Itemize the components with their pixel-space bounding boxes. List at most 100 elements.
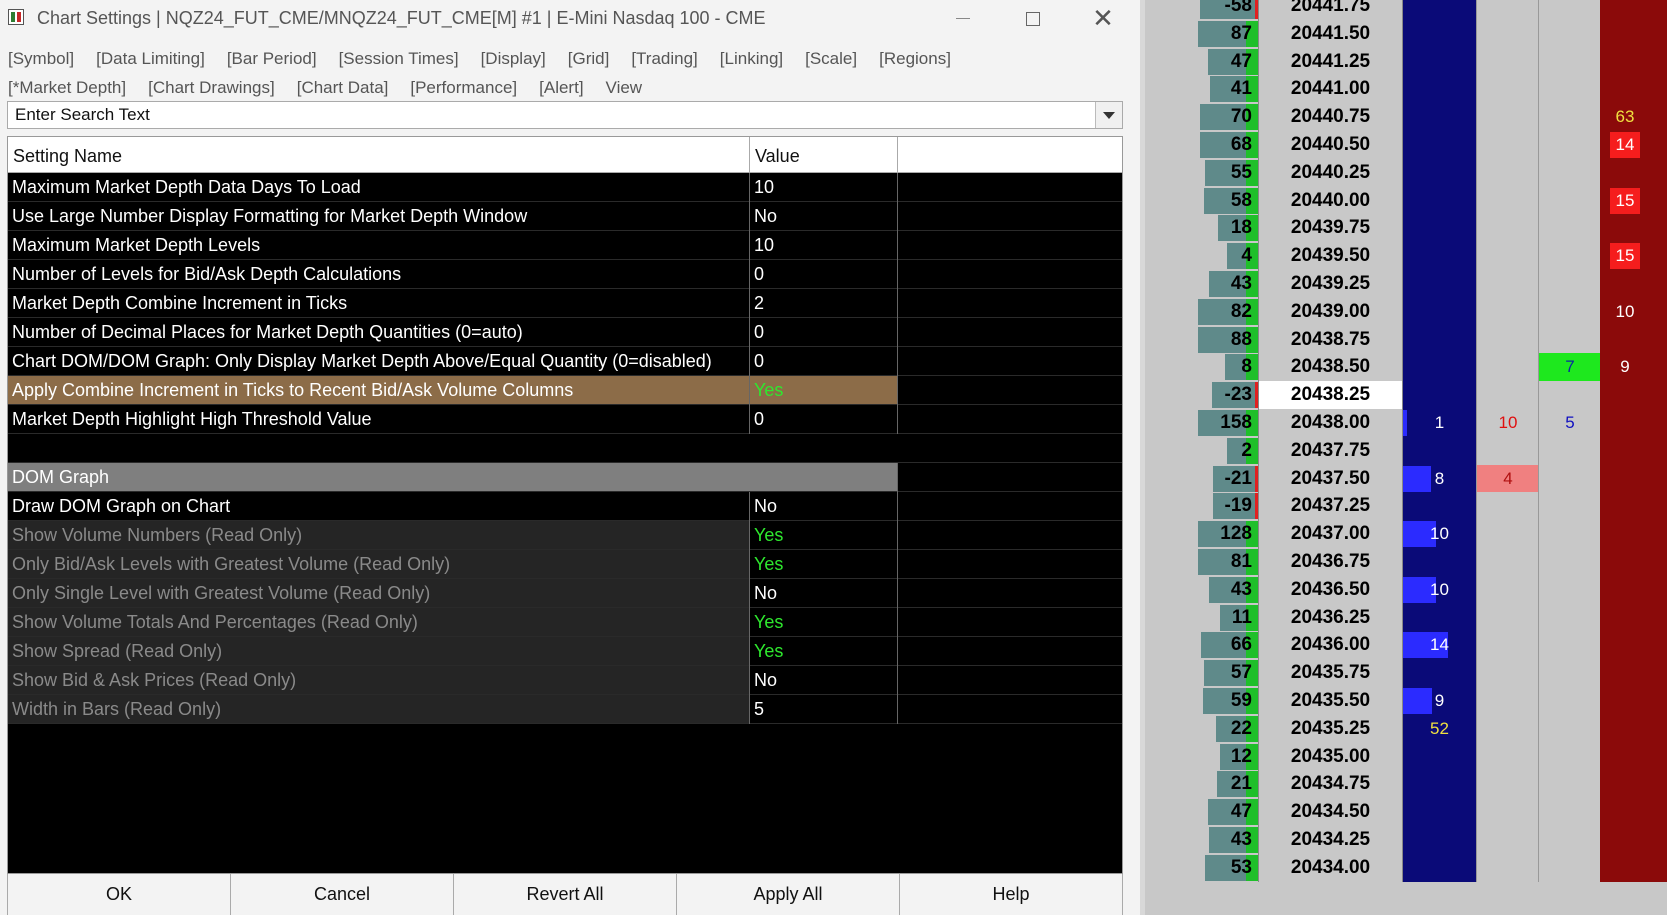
- bid-cell[interactable]: 14: [1403, 631, 1476, 660]
- tab-market-depth[interactable]: [*Market Depth]: [8, 78, 126, 98]
- setting-value[interactable]: 0: [750, 405, 897, 433]
- setting-row[interactable]: Maximum Market Depth Data Days To Load 10: [8, 173, 1122, 202]
- tab-performance[interactable]: [Performance]: [410, 78, 517, 98]
- bid-cell[interactable]: [1403, 297, 1476, 326]
- ask-cell[interactable]: [1600, 270, 1667, 298]
- bid-cell[interactable]: [1403, 103, 1476, 132]
- bid-cell[interactable]: [1403, 381, 1476, 410]
- apply-all-button[interactable]: Apply All: [677, 874, 900, 915]
- close-button[interactable]: ✕: [1068, 0, 1138, 36]
- setting-row[interactable]: Chart DOM/DOM Graph: Only Display Market…: [8, 347, 1122, 376]
- search-combobox[interactable]: [7, 101, 1123, 129]
- price-cell[interactable]: 20435.25: [1258, 714, 1403, 743]
- ask-cell[interactable]: [1600, 325, 1667, 354]
- bid-cell[interactable]: 10: [1403, 575, 1476, 604]
- bid-cell[interactable]: 52: [1403, 714, 1476, 743]
- tab-grid[interactable]: [Grid]: [568, 49, 610, 69]
- price-cell[interactable]: 20435.50: [1258, 687, 1403, 715]
- bid-cell[interactable]: [1403, 214, 1476, 243]
- ask-cell[interactable]: [1600, 603, 1667, 632]
- bid-cell[interactable]: [1403, 353, 1476, 382]
- revert-all-button[interactable]: Revert All: [454, 874, 677, 915]
- setting-value[interactable]: 0: [750, 260, 897, 288]
- ask-cell[interactable]: [1600, 409, 1667, 437]
- price-cell[interactable]: 20436.00: [1258, 631, 1403, 660]
- tab-scale[interactable]: [Scale]: [805, 49, 857, 69]
- help-button[interactable]: Help: [900, 874, 1123, 915]
- chevron-down-icon[interactable]: [1095, 102, 1122, 128]
- price-cell[interactable]: 20441.75: [1258, 0, 1403, 20]
- price-cell[interactable]: 20441.00: [1258, 75, 1403, 104]
- tab-alert[interactable]: [Alert]: [539, 78, 583, 98]
- bid-cell[interactable]: 9: [1403, 687, 1476, 715]
- maximize-button[interactable]: [998, 0, 1068, 36]
- ask-cell[interactable]: [1600, 464, 1667, 493]
- ask-cell[interactable]: [1600, 381, 1667, 410]
- ask-cell[interactable]: [1600, 75, 1667, 104]
- price-cell[interactable]: 20435.00: [1258, 742, 1403, 771]
- section-header-row[interactable]: DOM Graph: [8, 463, 1122, 492]
- price-cell[interactable]: 20437.25: [1258, 492, 1403, 521]
- ask-cell[interactable]: 15: [1600, 242, 1667, 271]
- bid-cell[interactable]: [1403, 826, 1476, 854]
- ask-cell[interactable]: [1600, 0, 1667, 20]
- tab-chart-data[interactable]: [Chart Data]: [297, 78, 389, 98]
- ask-cell[interactable]: [1600, 158, 1667, 187]
- ask-cell[interactable]: [1600, 214, 1667, 243]
- ask-cell[interactable]: 14: [1600, 131, 1667, 159]
- bid-cell[interactable]: 1: [1403, 409, 1476, 437]
- price-cell[interactable]: 20435.75: [1258, 659, 1403, 688]
- ask-cell[interactable]: [1600, 714, 1667, 743]
- price-cell[interactable]: 20434.75: [1258, 770, 1403, 799]
- bid-cell[interactable]: [1403, 158, 1476, 187]
- tab-session-times[interactable]: [Session Times]: [339, 49, 459, 69]
- setting-row[interactable]: Draw DOM Graph on Chart No: [8, 492, 1122, 521]
- ask-cell[interactable]: [1600, 687, 1667, 715]
- bid-cell[interactable]: [1403, 798, 1476, 827]
- cancel-button[interactable]: Cancel: [231, 874, 454, 915]
- price-cell[interactable]: 20437.75: [1258, 436, 1403, 465]
- price-cell[interactable]: 20440.25: [1258, 158, 1403, 187]
- tab-symbol[interactable]: [Symbol]: [8, 49, 74, 69]
- price-cell[interactable]: 20438.50: [1258, 353, 1403, 382]
- price-cell[interactable]: 20437.50: [1258, 464, 1403, 493]
- bid-cell[interactable]: [1403, 270, 1476, 298]
- price-cell[interactable]: 20439.25: [1258, 270, 1403, 298]
- ask-cell[interactable]: [1600, 853, 1667, 882]
- tab-bar-period[interactable]: [Bar Period]: [227, 49, 317, 69]
- tab-regions[interactable]: [Regions]: [879, 49, 951, 69]
- price-cell[interactable]: 20439.50: [1258, 242, 1403, 271]
- bid-cell[interactable]: [1403, 548, 1476, 576]
- tab-view[interactable]: View: [606, 78, 643, 98]
- setting-value[interactable]: 2: [750, 289, 897, 317]
- price-cell[interactable]: 20436.25: [1258, 603, 1403, 632]
- ask-cell[interactable]: [1600, 631, 1667, 660]
- bid-cell[interactable]: [1403, 47, 1476, 76]
- price-cell[interactable]: 20434.25: [1258, 826, 1403, 854]
- bid-cell[interactable]: [1403, 325, 1476, 354]
- price-cell[interactable]: 20437.00: [1258, 520, 1403, 549]
- minimize-button[interactable]: [928, 0, 998, 36]
- header-divider[interactable]: [897, 137, 898, 173]
- ask-cell[interactable]: [1600, 520, 1667, 549]
- tab-display[interactable]: [Display]: [481, 49, 546, 69]
- tab-trading[interactable]: [Trading]: [631, 49, 697, 69]
- setting-value[interactable]: 0: [750, 347, 897, 375]
- bid-cell[interactable]: [1403, 19, 1476, 48]
- ask-cell[interactable]: [1600, 575, 1667, 604]
- ask-cell[interactable]: [1600, 436, 1667, 465]
- setting-value[interactable]: No: [750, 492, 897, 520]
- price-cell[interactable]: 20434.00: [1258, 853, 1403, 882]
- bid-cell[interactable]: [1403, 131, 1476, 159]
- setting-value[interactable]: 0: [750, 318, 897, 346]
- bid-cell[interactable]: [1403, 659, 1476, 688]
- bid-cell[interactable]: 8: [1403, 464, 1476, 493]
- search-input[interactable]: [8, 102, 1096, 128]
- ask-cell[interactable]: [1600, 798, 1667, 827]
- bid-cell[interactable]: [1403, 853, 1476, 882]
- setting-value[interactable]: Yes: [750, 376, 897, 404]
- price-cell[interactable]: 20439.75: [1258, 214, 1403, 243]
- ask-cell[interactable]: [1600, 47, 1667, 76]
- setting-value[interactable]: 10: [750, 231, 897, 259]
- bid-cell[interactable]: [1403, 770, 1476, 799]
